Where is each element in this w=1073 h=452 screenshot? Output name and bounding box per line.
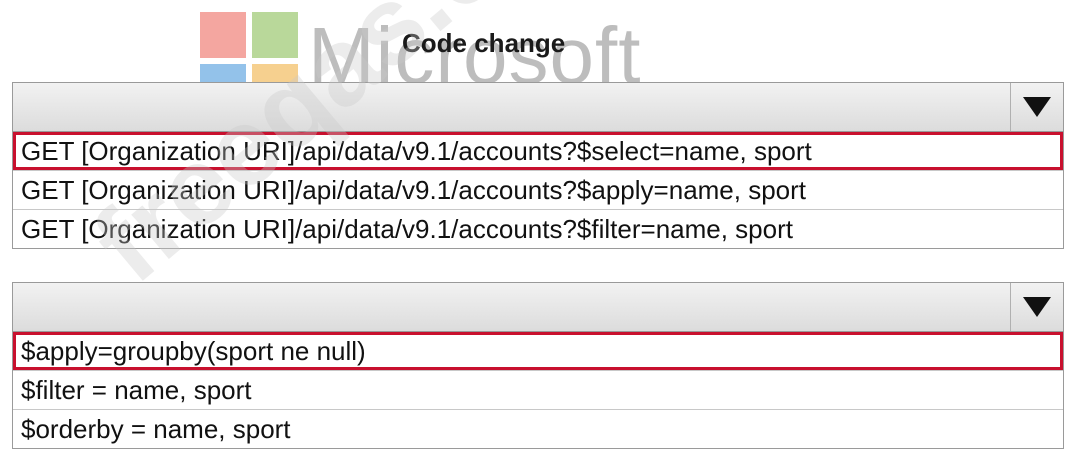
dropdown-1-header[interactable] [12,82,1064,132]
dropdown-2-option-apply[interactable]: $apply=groupby(sport ne null) [13,332,1063,370]
logo-tile-red [200,12,246,58]
dropdown-2-options: $apply=groupby(sport ne null) $filter = … [12,332,1064,449]
dropdown-2[interactable]: $apply=groupby(sport ne null) $filter = … [12,282,1064,449]
logo-tile-green [252,12,298,58]
dropdown-2-option-filter[interactable]: $filter = name, sport [13,370,1063,409]
section-title: Code change [402,28,566,58]
dropdown-1[interactable]: GET [Organization URI]/api/data/v9.1/acc… [12,82,1064,249]
dropdown-1-option-filter[interactable]: GET [Organization URI]/api/data/v9.1/acc… [13,209,1063,248]
dropdown-1-option-apply[interactable]: GET [Organization URI]/api/data/v9.1/acc… [13,170,1063,209]
dropdown-1-option-select[interactable]: GET [Organization URI]/api/data/v9.1/acc… [13,132,1063,170]
dropdown-2-toggle[interactable] [1010,283,1063,331]
chevron-down-icon[interactable] [1023,97,1051,117]
dropdown-1-options: GET [Organization URI]/api/data/v9.1/acc… [12,132,1064,249]
dropdown-2-header[interactable] [12,282,1064,332]
dropdown-2-option-orderby[interactable]: $orderby = name, sport [13,409,1063,448]
dropdown-1-toggle[interactable] [1010,83,1063,131]
chevron-down-icon[interactable] [1023,297,1051,317]
